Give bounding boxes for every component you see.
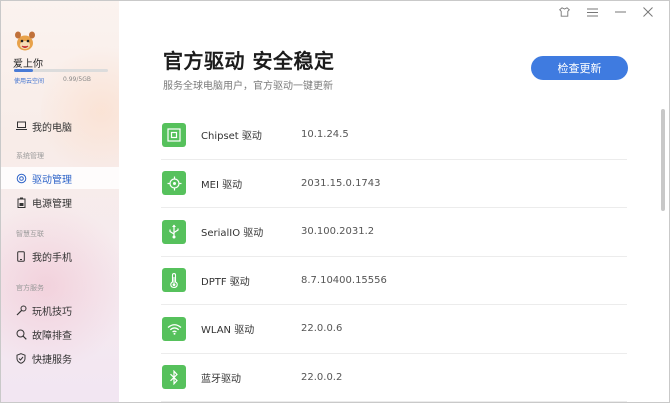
sidebar-item-quick-service[interactable]: 快捷服务 bbox=[1, 347, 119, 369]
scrollbar[interactable] bbox=[661, 109, 665, 211]
storage-value: 0.99/5GB bbox=[63, 76, 91, 83]
app-window: 爱上你 使用云空间 0.99/5GB 我的电脑 系统管理 驱动管理 电源管理 智… bbox=[0, 0, 670, 403]
username: 爱上你 bbox=[13, 59, 43, 70]
diagnose-icon bbox=[15, 328, 27, 340]
driver-version: 8.7.10400.15556 bbox=[301, 274, 387, 286]
sidebar-item-tips[interactable]: 玩机技巧 bbox=[1, 299, 119, 321]
driver-name: 蓝牙驱动 bbox=[201, 373, 241, 385]
bluetooth-icon bbox=[162, 365, 186, 390]
driver-row-bluetooth: 蓝牙驱动 22.0.0.2 bbox=[161, 354, 627, 402]
sidebar-item-label: 我的电脑 bbox=[32, 122, 72, 134]
menu-icon[interactable] bbox=[585, 5, 599, 19]
storage-progress-fill bbox=[14, 69, 33, 72]
minimize-icon[interactable] bbox=[613, 5, 627, 19]
driver-name: SerialIO 驱动 bbox=[201, 228, 264, 240]
storage-link[interactable]: 使用云空间 bbox=[14, 76, 44, 85]
driver-row-wlan: WLAN 驱动 22.0.0.6 bbox=[161, 305, 627, 354]
tips-icon bbox=[15, 304, 27, 316]
close-icon[interactable] bbox=[641, 5, 655, 19]
driver-icon bbox=[15, 172, 27, 184]
driver-row-dptf: DPTF 驱动 8.7.10400.15556 bbox=[161, 257, 627, 305]
driver-version: 2031.15.0.1743 bbox=[301, 177, 381, 189]
sidebar-item-label: 故障排查 bbox=[32, 330, 72, 342]
sidebar-item-label: 玩机技巧 bbox=[32, 306, 72, 318]
driver-name: Chipset 驱动 bbox=[201, 131, 262, 143]
sidebar-item-label: 快捷服务 bbox=[32, 354, 72, 366]
driver-version: 22.0.0.6 bbox=[301, 323, 343, 335]
sidebar-item-driver-management[interactable]: 驱动管理 bbox=[1, 167, 119, 189]
sidebar-item-my-phone[interactable]: 我的手机 bbox=[1, 245, 119, 267]
driver-row-chipset: Chipset 驱动 10.1.24.5 bbox=[161, 111, 627, 160]
driver-version: 10.1.24.5 bbox=[301, 129, 349, 141]
driver-version: 30.100.2031.2 bbox=[301, 226, 375, 238]
sidebar-item-power-management[interactable]: 电源管理 bbox=[1, 191, 119, 213]
page-title: 官方驱动 安全稳定 bbox=[163, 49, 335, 73]
section-label-service: 官方服务 bbox=[16, 284, 44, 292]
avatar[interactable] bbox=[13, 29, 37, 53]
page-subtitle: 服务全球电脑用户，官方驱动一键更新 bbox=[163, 81, 333, 92]
wifi-icon bbox=[162, 316, 186, 341]
driver-list: Chipset 驱动 10.1.24.5 MEI 驱动 2031.15.0.17… bbox=[161, 111, 627, 402]
driver-name: WLAN 驱动 bbox=[201, 325, 255, 337]
section-label-smart: 智慧互联 bbox=[16, 230, 44, 238]
sidebar-item-label: 电源管理 bbox=[32, 198, 72, 210]
shield-icon bbox=[15, 352, 27, 364]
check-update-button[interactable]: 检查更新 bbox=[531, 56, 628, 80]
thermometer-icon bbox=[162, 268, 186, 293]
phone-icon bbox=[15, 250, 27, 262]
window-controls bbox=[557, 5, 655, 19]
laptop-icon bbox=[15, 120, 27, 132]
sidebar-item-label: 我的手机 bbox=[32, 252, 72, 264]
main-panel: 官方驱动 安全稳定 服务全球电脑用户，官方驱动一键更新 检查更新 Chipset… bbox=[119, 1, 669, 402]
sidebar-item-my-computer[interactable]: 我的电脑 bbox=[1, 115, 119, 137]
driver-version: 22.0.0.2 bbox=[301, 371, 343, 383]
sidebar: 爱上你 使用云空间 0.99/5GB 我的电脑 系统管理 驱动管理 电源管理 智… bbox=[1, 1, 119, 402]
profile[interactable] bbox=[13, 29, 37, 53]
skin-icon[interactable] bbox=[557, 5, 571, 19]
storage-progress-bar bbox=[14, 69, 108, 72]
sidebar-item-label: 驱动管理 bbox=[32, 174, 72, 186]
driver-name: MEI 驱动 bbox=[201, 179, 243, 191]
driver-row-serialio: SerialIO 驱动 30.100.2031.2 bbox=[161, 208, 627, 257]
driver-name: DPTF 驱动 bbox=[201, 276, 250, 288]
sidebar-item-diagnose[interactable]: 故障排查 bbox=[1, 323, 119, 345]
mei-icon bbox=[162, 171, 186, 196]
battery-icon bbox=[15, 196, 27, 208]
chip-icon bbox=[162, 122, 186, 147]
section-label-system: 系统管理 bbox=[16, 152, 44, 160]
driver-row-mei: MEI 驱动 2031.15.0.1743 bbox=[161, 160, 627, 208]
usb-icon bbox=[162, 219, 186, 244]
